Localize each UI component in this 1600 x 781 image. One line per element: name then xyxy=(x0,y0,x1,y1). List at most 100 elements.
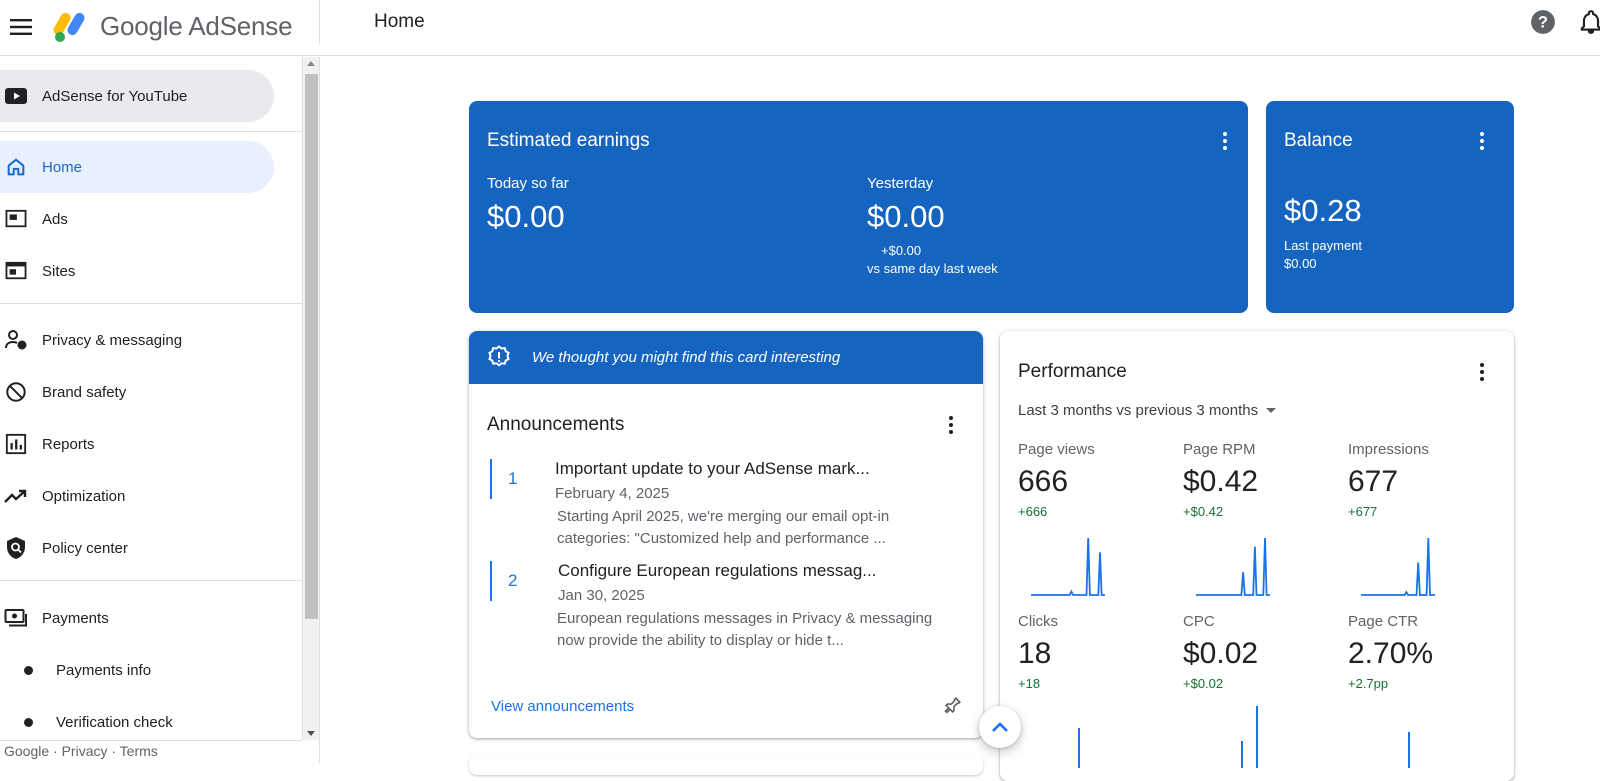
scroll-down-arrow-icon[interactable] xyxy=(307,731,315,736)
metric-value: 677 xyxy=(1348,465,1399,498)
reports-icon xyxy=(4,432,28,456)
adsense-logo[interactable]: Google AdSense xyxy=(52,6,293,46)
earnings-more-options-icon[interactable] xyxy=(1213,129,1237,153)
block-icon xyxy=(4,380,28,404)
metric-value: $0.02 xyxy=(1183,637,1259,670)
announcements-title: Announcements xyxy=(487,414,625,435)
trending-up-icon xyxy=(4,484,28,508)
svg-text:?: ? xyxy=(1538,13,1548,31)
sidebar-item-optimization[interactable]: Optimization xyxy=(0,470,274,522)
dropdown-caret-icon xyxy=(1266,408,1277,413)
sidebar-item-label: Policy center xyxy=(42,539,128,557)
metric-value: $0.42 xyxy=(1183,465,1259,498)
announcement-date: Jan 30, 2025 xyxy=(558,587,645,604)
metric-delta: +666 xyxy=(1018,504,1048,519)
ads-icon xyxy=(4,207,28,231)
yesterday-value: $0.00 xyxy=(867,199,945,234)
balance-more-options-icon[interactable] xyxy=(1470,129,1494,153)
metric-label: CPC xyxy=(1183,613,1215,630)
pin-icon[interactable] xyxy=(941,695,963,717)
metric-delta: +18 xyxy=(1018,676,1041,691)
sparkline-series xyxy=(1361,537,1435,596)
scrollbar-thumb[interactable] xyxy=(305,74,318,619)
notifications-bell-icon[interactable] xyxy=(1578,9,1600,35)
date-range-dropdown[interactable]: Last 3 months vs previous 3 months xyxy=(1018,402,1277,419)
sidebar-item-adsense-for-youtube[interactable]: AdSense for YouTube xyxy=(0,70,274,122)
metric-delta: +$0.02 xyxy=(1183,676,1224,691)
sidebar-item-label: Privacy & messaging xyxy=(42,331,183,349)
announcement-body: European regulations messages in Privacy… xyxy=(557,610,933,649)
yesterday-compare: vs same day last week xyxy=(867,261,998,276)
hamburger-menu-icon xyxy=(10,19,32,35)
policy-shield-icon xyxy=(4,536,28,560)
sidebar-border xyxy=(319,57,320,763)
sidebar-item-label: Verification check xyxy=(56,713,173,731)
privacy-icon xyxy=(4,328,28,352)
today-value: $0.00 xyxy=(487,199,565,234)
sidebar-item-privacy-messaging[interactable]: Privacy & messaging xyxy=(0,314,274,366)
sidebar-item-label: AdSense for YouTube xyxy=(42,87,188,105)
logo-wordmark: Google AdSense xyxy=(100,11,293,42)
page-views-sparkline xyxy=(1031,537,1105,596)
estimated-earnings-card[interactable]: Estimated earnings Today so far $0.00 Ye… xyxy=(469,101,1248,313)
sidebar-item-sites[interactable]: Sites xyxy=(0,245,274,297)
sidebar-item-label: Reports xyxy=(42,435,95,453)
help-icon[interactable]: ? xyxy=(1530,9,1556,35)
sidebar-item-payments[interactable]: Payments xyxy=(0,592,274,644)
sidebar-item-policy-center[interactable]: Policy center xyxy=(0,522,274,574)
sidebar-item-home[interactable]: Home xyxy=(0,141,274,193)
performance-title: Performance xyxy=(1018,361,1127,382)
balance-card[interactable]: Balance $0.28 Last payment $0.00 xyxy=(1266,101,1514,313)
sparkline-series xyxy=(1031,537,1105,596)
metric-label: Page RPM xyxy=(1183,441,1256,458)
view-announcements-link[interactable]: View announcements xyxy=(491,698,634,715)
sidebar-item-brand-safety[interactable]: Brand safety xyxy=(0,366,274,418)
metric-label: Page CTR xyxy=(1348,613,1419,630)
impressions-sparkline xyxy=(1361,537,1435,596)
ctr-sparkline-partial xyxy=(1408,732,1410,768)
metric-delta: +2.7pp xyxy=(1348,676,1389,691)
announcement-marker xyxy=(490,459,492,499)
announcement-headline[interactable]: Important update to your AdSense mark... xyxy=(555,459,870,479)
announcements-more-options-icon[interactable] xyxy=(939,413,963,437)
earnings-card-title: Estimated earnings xyxy=(487,130,650,151)
sidebar-item-label: Payments xyxy=(42,609,109,627)
announcement-headline[interactable]: Configure European regulations messag... xyxy=(558,561,876,581)
sparkline-series xyxy=(1196,537,1270,596)
suggestion-banner-text: We thought you might find this card inte… xyxy=(532,349,841,366)
announcement-number: 2 xyxy=(508,571,518,590)
announcement-date: February 4, 2025 xyxy=(555,485,670,502)
main-menu-button[interactable] xyxy=(4,10,38,44)
scroll-up-arrow-icon[interactable] xyxy=(307,61,315,66)
payments-icon xyxy=(4,606,28,630)
sidebar-item-label: Ads xyxy=(42,210,68,228)
metric-delta: +677 xyxy=(1348,504,1378,519)
sidebar-divider xyxy=(0,131,302,132)
sidebar-divider xyxy=(0,580,302,581)
chevron-up-icon xyxy=(992,722,1008,732)
sidebar-footer-links[interactable]: Google · Privacy · Terms xyxy=(0,740,302,763)
scroll-to-top-button[interactable] xyxy=(979,706,1021,748)
balance-card-title: Balance xyxy=(1284,130,1353,151)
suggestion-banner: We thought you might find this card inte… xyxy=(469,331,983,384)
topbar-divider xyxy=(319,0,320,44)
adsense-logo-icon xyxy=(53,12,85,42)
sidebar-item-label: Home xyxy=(42,158,83,176)
bullet-icon xyxy=(24,665,33,675)
performance-more-options-icon[interactable] xyxy=(1470,360,1494,384)
yesterday-delta: +$0.00 xyxy=(881,243,922,258)
metric-label: Impressions xyxy=(1348,441,1429,458)
announcement-body: Starting April 2025, we're merging our e… xyxy=(557,508,890,547)
sidebar-item-reports[interactable]: Reports xyxy=(0,418,274,470)
home-icon xyxy=(4,155,28,179)
sidebar-item-ads[interactable]: Ads xyxy=(0,193,274,245)
sidebar-item-payments-info[interactable]: Payments info xyxy=(0,644,274,696)
youtube-icon xyxy=(4,84,28,108)
date-range-value: Last 3 months vs previous 3 months xyxy=(1018,402,1259,419)
announcement-number: 1 xyxy=(508,469,518,488)
metric-label: Page views xyxy=(1018,441,1095,458)
clicks-sparkline-partial xyxy=(1078,728,1080,768)
metric-value: 2.70% xyxy=(1348,637,1434,670)
sidebar-scrollbar[interactable] xyxy=(302,57,319,740)
sites-icon xyxy=(4,259,28,283)
